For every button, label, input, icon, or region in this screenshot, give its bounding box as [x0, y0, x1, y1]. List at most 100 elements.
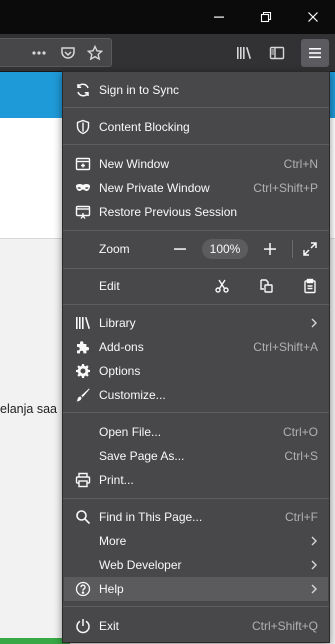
- sidebar-toggle-button[interactable]: [267, 44, 287, 62]
- menu-separator: [63, 606, 329, 607]
- library-icon: [237, 47, 251, 59]
- star-icon: [87, 45, 103, 61]
- menu-item-label: Exit: [99, 619, 120, 633]
- copy-icon: [260, 279, 273, 293]
- menu-item-new-private-window[interactable]: New Private Window Ctrl+Shift+P: [64, 176, 328, 200]
- menu-separator: [63, 412, 329, 413]
- menu-item-shortcut: Ctrl+O: [282, 425, 318, 439]
- fullscreen-button[interactable]: [298, 239, 322, 259]
- menu-item-label: New Private Window: [99, 181, 210, 195]
- menu-item-web-developer[interactable]: Web Developer: [64, 553, 328, 577]
- search-icon: [75, 509, 91, 525]
- library-toolbar-button[interactable]: [234, 44, 254, 62]
- chevron-right-icon: [308, 317, 320, 329]
- menu-item-library[interactable]: Library: [64, 311, 328, 335]
- url-bar[interactable]: [0, 38, 112, 67]
- gear-icon: [75, 363, 91, 379]
- chevron-right-icon: [308, 535, 320, 547]
- menu-row-edit: Edit: [64, 274, 328, 298]
- menu-row-zoom: Zoom 100%: [64, 237, 328, 261]
- menu-item-label: Sign in to Sync: [99, 83, 180, 97]
- menu-item-help[interactable]: Help: [64, 577, 328, 601]
- window-titlebar: [0, 0, 335, 34]
- menu-item-label: New Window: [99, 157, 170, 171]
- menu-item-shortcut: Ctrl+Shift+A: [253, 340, 318, 354]
- menu-separator: [63, 144, 329, 145]
- more-dots-icon: [32, 51, 46, 55]
- puzzle-icon: [75, 339, 91, 355]
- menu-item-shortcut: Ctrl+F: [285, 510, 318, 524]
- menu-item-options[interactable]: Options: [64, 359, 328, 383]
- copy-button[interactable]: [254, 276, 278, 296]
- menu-item-label: Library: [99, 316, 136, 330]
- open-menu-button[interactable]: [301, 39, 329, 67]
- library-icon: [75, 315, 91, 331]
- power-icon: [75, 618, 91, 634]
- restore-button[interactable]: [254, 5, 278, 29]
- restore-session-icon: [75, 204, 91, 220]
- paintbrush-icon: [75, 387, 91, 403]
- hamburger-icon: [309, 48, 321, 58]
- menu-item-label: Customize...: [99, 388, 166, 402]
- menu-item-more[interactable]: More: [64, 529, 328, 553]
- app-menu-panel: Sign in to Sync Content Blocking New Win…: [62, 71, 330, 643]
- menu-separator: [63, 304, 329, 305]
- menu-item-shortcut: Ctrl+Shift+P: [253, 181, 318, 195]
- menu-item-label: Print...: [99, 473, 134, 487]
- menu-item-restore-session[interactable]: Restore Previous Session: [64, 200, 328, 224]
- menu-separator: [63, 268, 329, 269]
- menu-item-addons[interactable]: Add-ons Ctrl+Shift+A: [64, 335, 328, 359]
- help-icon: [75, 581, 91, 597]
- menu-item-find[interactable]: Find in This Page... Ctrl+F: [64, 505, 328, 529]
- menu-item-print[interactable]: Print...: [64, 468, 328, 492]
- menu-item-save-page[interactable]: Save Page As... Ctrl+S: [64, 444, 328, 468]
- zoom-in-button[interactable]: [258, 239, 282, 259]
- sidebar-icon: [269, 46, 285, 60]
- minus-icon: [174, 248, 186, 250]
- zoom-divider: [292, 240, 293, 258]
- edit-label: Edit: [99, 279, 120, 293]
- clipboard-icon: [304, 278, 316, 294]
- new-window-icon: [75, 156, 91, 172]
- close-window-button[interactable]: [301, 5, 325, 29]
- menu-item-label: Web Developer: [99, 558, 182, 572]
- menu-item-sign-in-sync[interactable]: Sign in to Sync: [64, 78, 328, 102]
- menu-separator: [63, 230, 329, 231]
- pocket-icon: [61, 47, 75, 59]
- zoom-out-button[interactable]: [168, 239, 192, 259]
- sync-icon: [75, 82, 91, 98]
- cut-button[interactable]: [210, 276, 234, 296]
- menu-separator: [63, 107, 329, 108]
- menu-item-exit[interactable]: Exit Ctrl+Shift+Q: [64, 614, 328, 638]
- menu-item-label: Options: [99, 364, 141, 378]
- shield-icon: [75, 119, 91, 135]
- close-icon: [308, 12, 318, 22]
- menu-item-label: Restore Previous Session: [99, 205, 238, 219]
- paste-button[interactable]: [298, 276, 322, 296]
- zoom-reset-button[interactable]: 100%: [202, 239, 248, 259]
- menu-item-shortcut: Ctrl+S: [284, 449, 318, 463]
- minimize-button[interactable]: [207, 5, 231, 29]
- menu-item-new-window[interactable]: New Window Ctrl+N: [64, 152, 328, 176]
- plus-icon: [264, 243, 276, 255]
- page-actions-button[interactable]: [30, 45, 48, 61]
- navigation-toolbar: [0, 34, 335, 72]
- menu-item-customize[interactable]: Customize...: [64, 383, 328, 407]
- page-partial-text: elanja saa: [0, 402, 57, 416]
- bookmark-star-button[interactable]: [86, 45, 104, 61]
- menu-item-label: Save Page As...: [99, 449, 185, 463]
- fullscreen-icon: [303, 242, 317, 256]
- menu-item-label: Content Blocking: [99, 120, 190, 134]
- zoom-label: Zoom: [99, 242, 130, 256]
- minimize-icon: [214, 16, 224, 18]
- menu-item-label: Open File...: [99, 425, 162, 439]
- menu-item-label: More: [99, 534, 127, 548]
- printer-icon: [75, 472, 91, 488]
- menu-separator: [63, 498, 329, 499]
- menu-item-open-file[interactable]: Open File... Ctrl+O: [64, 420, 328, 444]
- menu-item-label: Find in This Page...: [99, 510, 203, 524]
- menu-item-content-blocking[interactable]: Content Blocking: [64, 115, 328, 139]
- menu-item-label: Help: [99, 582, 124, 596]
- menu-item-shortcut: Ctrl+N: [283, 157, 318, 171]
- pocket-button[interactable]: [59, 45, 77, 61]
